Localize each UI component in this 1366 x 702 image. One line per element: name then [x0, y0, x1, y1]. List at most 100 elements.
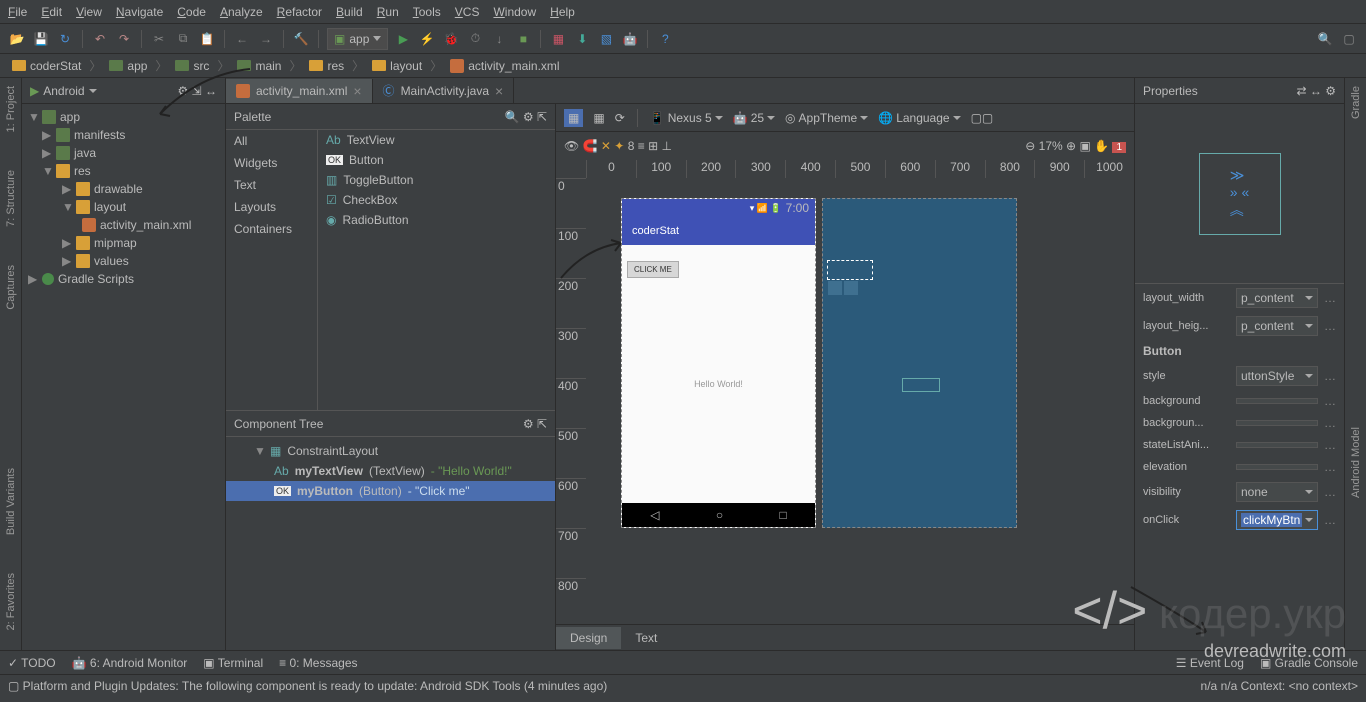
- prop-backgroundtint-value[interactable]: [1236, 420, 1318, 426]
- panel-settings-icon[interactable]: ⇄ ↔ ⚙: [1297, 84, 1336, 98]
- palette-cat-all[interactable]: All: [226, 130, 317, 152]
- prop-background-value[interactable]: [1236, 398, 1318, 404]
- tree-item-app[interactable]: ▼app: [22, 108, 225, 126]
- collapse-icon[interactable]: ⇱: [537, 417, 547, 431]
- palette-item-textview[interactable]: AbTextView: [318, 130, 555, 150]
- menu-edit[interactable]: Edit: [41, 5, 62, 19]
- zoom-in-icon[interactable]: ⊕: [1066, 139, 1076, 153]
- breadcrumb-item[interactable]: activity_main.xml: [446, 58, 563, 74]
- breadcrumb-item[interactable]: res: [305, 58, 348, 74]
- undo-icon[interactable]: ↶: [91, 30, 109, 48]
- tree-item-values[interactable]: ▶values: [22, 252, 225, 270]
- palette-item-checkbox[interactable]: ☑CheckBox: [318, 190, 555, 210]
- prop-layout-width-value[interactable]: p_content: [1236, 288, 1318, 308]
- palette-item-button[interactable]: OKButton: [318, 150, 555, 170]
- open-icon[interactable]: 📂: [8, 30, 26, 48]
- breadcrumb-item[interactable]: app: [105, 58, 151, 74]
- redo-icon[interactable]: ↷: [115, 30, 133, 48]
- blueprint-mode-button[interactable]: ▦: [593, 111, 604, 125]
- cut-icon[interactable]: ✂: [150, 30, 168, 48]
- eye-icon[interactable]: 👁: [564, 139, 579, 153]
- gradle-tool-button[interactable]: Gradle: [1350, 82, 1362, 123]
- prop-style-value[interactable]: uttonStyle: [1236, 366, 1318, 386]
- tree-item-activity-main[interactable]: activity_main.xml: [22, 216, 225, 234]
- help-icon[interactable]: ?: [656, 30, 674, 48]
- debug-icon[interactable]: 🐞: [442, 30, 460, 48]
- collapse-icon[interactable]: ⇱: [537, 110, 547, 124]
- paste-icon[interactable]: 📋: [198, 30, 216, 48]
- event-log-tool-button[interactable]: ☰ Event Log: [1176, 656, 1244, 670]
- captures-tool-button[interactable]: Captures: [5, 261, 17, 314]
- prop-statelistanim-value[interactable]: [1236, 442, 1318, 448]
- menu-code[interactable]: Code: [177, 5, 206, 19]
- zoom-fit-icon[interactable]: ▣: [1079, 139, 1090, 153]
- terminal-tool-button[interactable]: ▣ Terminal: [203, 656, 263, 670]
- preview-button[interactable]: CLICK ME: [627, 261, 679, 278]
- build-variants-tool-button[interactable]: Build Variants: [5, 464, 17, 539]
- comp-textview[interactable]: AbmyTextView (TextView) - "Hello World!": [226, 461, 555, 481]
- menu-window[interactable]: Window: [493, 5, 536, 19]
- menu-vcs[interactable]: VCS: [455, 5, 480, 19]
- panel-icon[interactable]: ▢: [1340, 30, 1358, 48]
- breadcrumb-item[interactable]: src: [171, 58, 213, 74]
- palette-item-radiobutton[interactable]: ◉RadioButton: [318, 210, 555, 230]
- zoom-out-icon[interactable]: ⊖: [1025, 139, 1035, 153]
- breadcrumb-item[interactable]: main: [233, 58, 285, 74]
- menu-view[interactable]: View: [76, 5, 102, 19]
- gear-icon[interactable]: ⚙: [523, 110, 534, 124]
- sdk-icon[interactable]: ⬇: [573, 30, 591, 48]
- android-robot-icon[interactable]: 🤖: [621, 30, 639, 48]
- palette-categories[interactable]: All Widgets Text Layouts Containers: [226, 130, 318, 410]
- design-mode-button[interactable]: ▦: [564, 109, 583, 127]
- project-tool-button[interactable]: 1: Project: [5, 82, 17, 136]
- tree-item-manifests[interactable]: ▶manifests: [22, 126, 225, 144]
- run-config-selector[interactable]: ▣ app: [327, 28, 388, 50]
- gear-icon[interactable]: ⚙: [523, 417, 534, 431]
- margin-label[interactable]: 8: [628, 139, 635, 153]
- android-model-tool-button[interactable]: Android Model: [1350, 423, 1362, 502]
- android-monitor-tool-button[interactable]: 🤖 6: Android Monitor: [72, 656, 188, 670]
- gradle-console-tool-button[interactable]: ▣ Gradle Console: [1260, 656, 1358, 670]
- infer-constraints-icon[interactable]: ✦: [614, 139, 624, 153]
- error-badge[interactable]: 1: [1112, 142, 1126, 153]
- menu-build[interactable]: Build: [336, 5, 363, 19]
- tree-item-java[interactable]: ▶java: [22, 144, 225, 162]
- menu-tools[interactable]: Tools: [413, 5, 441, 19]
- constraint-handle-icon[interactable]: [828, 281, 842, 295]
- blueprint-textview[interactable]: [903, 379, 939, 391]
- align-icon[interactable]: ≡: [638, 139, 645, 153]
- project-tree[interactable]: ▼app ▶manifests ▶java ▼res ▶drawable ▼la…: [22, 104, 225, 650]
- sync-icon[interactable]: ↻: [56, 30, 74, 48]
- breadcrumb-item[interactable]: coderStat: [8, 58, 85, 74]
- todo-tool-button[interactable]: ✓ TODO: [8, 656, 56, 670]
- tree-item-res[interactable]: ▼res: [22, 162, 225, 180]
- prop-onclick-value[interactable]: clickMyBtn: [1236, 510, 1318, 530]
- palette-cat-widgets[interactable]: Widgets: [226, 152, 317, 174]
- preview-textview[interactable]: Hello World!: [622, 379, 815, 389]
- pack-icon[interactable]: ⊞: [648, 139, 658, 153]
- forward-icon[interactable]: →: [257, 30, 275, 48]
- device-selector[interactable]: 📱 Nexus 5: [650, 111, 723, 125]
- copy-icon[interactable]: ⧉: [174, 30, 192, 48]
- close-icon[interactable]: ×: [353, 83, 361, 99]
- favorites-tool-button[interactable]: 2: Favorites: [5, 569, 17, 634]
- clear-constraints-icon[interactable]: ✕: [601, 139, 611, 153]
- design-canvas[interactable]: 01002003004005006007008009001000 0100200…: [556, 160, 1134, 624]
- constraint-widget[interactable]: ≫» «︽: [1135, 104, 1344, 284]
- profile-icon[interactable]: ⏱: [466, 30, 484, 48]
- apply-changes-icon[interactable]: ⚡: [418, 30, 436, 48]
- panel-settings-icon[interactable]: ⚙ ⇲ ↔: [178, 84, 217, 98]
- comp-constraint-layout[interactable]: ▼▦ConstraintLayout: [226, 441, 555, 461]
- breadcrumb-item[interactable]: layout: [368, 58, 426, 74]
- tree-item-gradle-scripts[interactable]: ▶Gradle Scripts: [22, 270, 225, 288]
- stop-icon[interactable]: ■: [514, 30, 532, 48]
- language-selector[interactable]: 🌐Language: [878, 111, 960, 125]
- tab-activity-main[interactable]: activity_main.xml×: [226, 79, 373, 103]
- palette-items[interactable]: AbTextView OKButton ▥ToggleButton ☑Check…: [318, 130, 555, 410]
- search-icon[interactable]: 🔍: [1316, 30, 1334, 48]
- palette-cat-text[interactable]: Text: [226, 174, 317, 196]
- close-icon[interactable]: ×: [495, 83, 503, 99]
- menu-navigate[interactable]: Navigate: [116, 5, 163, 19]
- attach-icon[interactable]: ↓: [490, 30, 508, 48]
- layout-variants-button[interactable]: ▢▢: [971, 111, 994, 125]
